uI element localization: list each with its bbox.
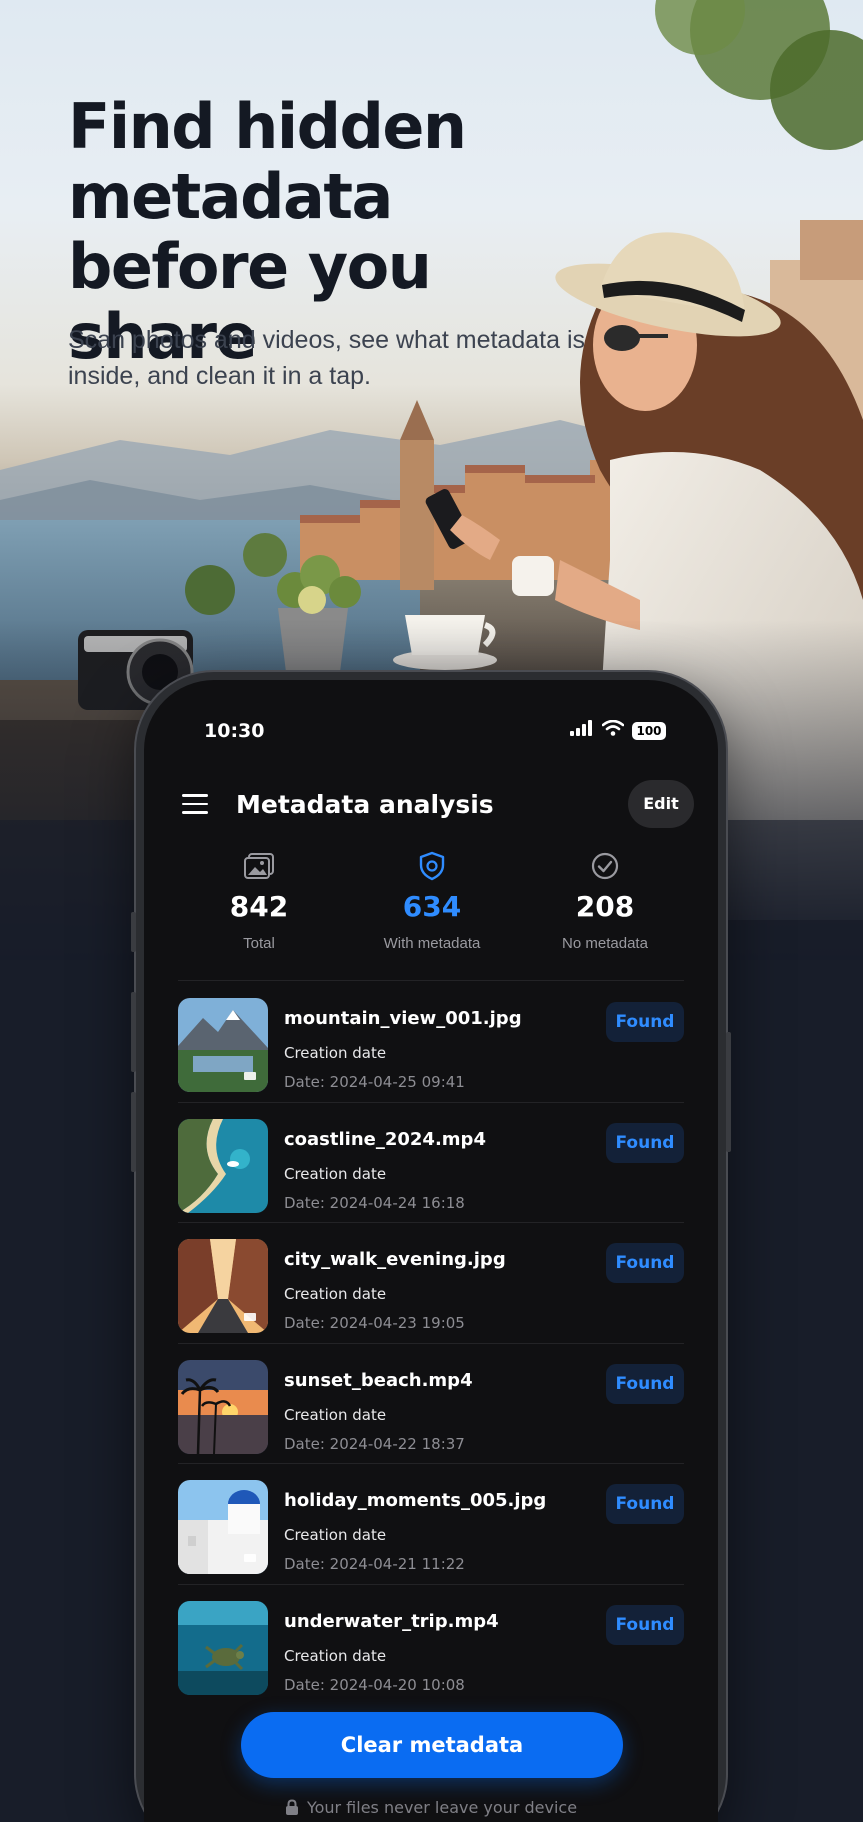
file-row[interactable]: underwater_trip.mp4 Creation date Date: … <box>144 1585 718 1706</box>
metadata-type: Creation date <box>284 1405 387 1424</box>
status-icons: 100 <box>570 719 666 741</box>
file-row[interactable]: mountain_view_001.jpg Creation date Date… <box>144 982 718 1103</box>
stat-with-metadata-label: With metadata <box>383 935 481 952</box>
battery-icon: 100 <box>632 721 666 740</box>
file-row[interactable]: holiday_moments_005.jpg Creation date Da… <box>144 1464 718 1585</box>
stats-summary: 842 Total 634 With metadata 208 No metad… <box>144 850 718 970</box>
file-date: Date: 2024-04-23 19:05 <box>284 1314 465 1332</box>
page-title: Metadata analysis <box>236 790 494 819</box>
metadata-type: Creation date <box>284 1526 387 1544</box>
file-date: Date: 2024-04-22 18:37 <box>284 1434 465 1453</box>
stat-total-value: 842 <box>229 890 289 923</box>
file-list: mountain_view_001.jpg Creation date Date… <box>144 982 718 1705</box>
metadata-type: Creation date <box>284 1285 387 1303</box>
stat-with-metadata-value: 634 <box>402 890 462 923</box>
file-row[interactable]: coastline_2024.mp4 Creation date Date: 2… <box>144 1103 718 1223</box>
metadata-type: Creation date <box>284 1044 387 1062</box>
file-thumbnail <box>178 1359 268 1454</box>
shield-icon <box>347 850 517 882</box>
status-time: 10:30 <box>204 720 265 742</box>
app-bar: Metadata analysis Edit <box>144 770 718 840</box>
file-thumbnail <box>178 1239 268 1333</box>
status-bar: 10:30 100 <box>144 680 718 780</box>
metadata-type: Creation date <box>284 1164 387 1183</box>
stat-no-metadata-value: 208 <box>575 890 635 923</box>
file-name: underwater_trip.mp4 <box>284 1610 499 1632</box>
file-name: sunset_beach.mp4 <box>284 1369 473 1391</box>
file-date: Date: 2024-04-20 10:08 <box>284 1675 465 1694</box>
clear-metadata-button[interactable]: Clear metadata <box>241 1712 623 1778</box>
file-date: Date: 2024-04-25 09:41 <box>284 1073 465 1091</box>
app-screen: 10:30 100 Metadata analysis Edit 842 Tot… <box>144 680 718 1822</box>
file-thumbnail <box>178 1600 268 1695</box>
edit-button[interactable]: Edit <box>628 780 694 828</box>
status-badge: Found <box>606 1363 684 1404</box>
hamburger-menu-icon[interactable] <box>182 794 208 816</box>
phone-volume-down-button <box>131 1092 136 1172</box>
file-date: Date: 2024-04-24 16:18 <box>284 1193 465 1212</box>
gallery-icon <box>174 850 344 882</box>
file-thumbnail <box>178 1118 268 1213</box>
privacy-note: Your files never leave your device <box>144 1798 718 1819</box>
file-thumbnail <box>178 1480 268 1574</box>
privacy-note-text: Your files never leave your device <box>306 1798 578 1817</box>
file-name: holiday_moments_005.jpg <box>284 1490 547 1511</box>
file-date: Date: 2024-04-21 11:22 <box>284 1555 465 1573</box>
check-circle-icon <box>520 850 690 882</box>
stat-total-label: Total <box>243 935 275 952</box>
status-badge: Found <box>606 1002 684 1042</box>
file-name: mountain_view_001.jpg <box>284 1008 522 1029</box>
file-thumbnail <box>178 998 268 1092</box>
divider <box>178 980 684 981</box>
phone-power-button <box>726 1032 731 1152</box>
metadata-type: Creation date <box>284 1646 387 1665</box>
phone-mute-button <box>131 912 136 952</box>
hero-subline: Scan photos and videos, see what metadat… <box>68 326 585 390</box>
file-row[interactable]: sunset_beach.mp4 Creation date Date: 202… <box>144 1344 718 1464</box>
wifi-icon <box>601 719 625 741</box>
file-name: city_walk_evening.jpg <box>284 1249 506 1270</box>
stat-no-metadata-label: No metadata <box>562 935 648 952</box>
file-name: coastline_2024.mp4 <box>284 1128 486 1150</box>
file-row[interactable]: city_walk_evening.jpg Creation date Date… <box>144 1223 718 1344</box>
status-badge: Found <box>606 1484 684 1524</box>
stat-total: 842 Total <box>174 850 344 952</box>
status-badge: Found <box>606 1122 684 1163</box>
status-badge: Found <box>606 1604 684 1645</box>
stat-no-metadata: 208 No metadata <box>520 850 690 952</box>
status-badge: Found <box>606 1243 684 1283</box>
phone-volume-up-button <box>131 992 136 1072</box>
stat-with-metadata: 634 With metadata <box>347 850 517 952</box>
signal-icon <box>570 720 594 741</box>
phone-mockup: 10:30 100 Metadata analysis Edit 842 Tot… <box>131 672 731 1822</box>
lock-icon <box>285 1799 299 1819</box>
